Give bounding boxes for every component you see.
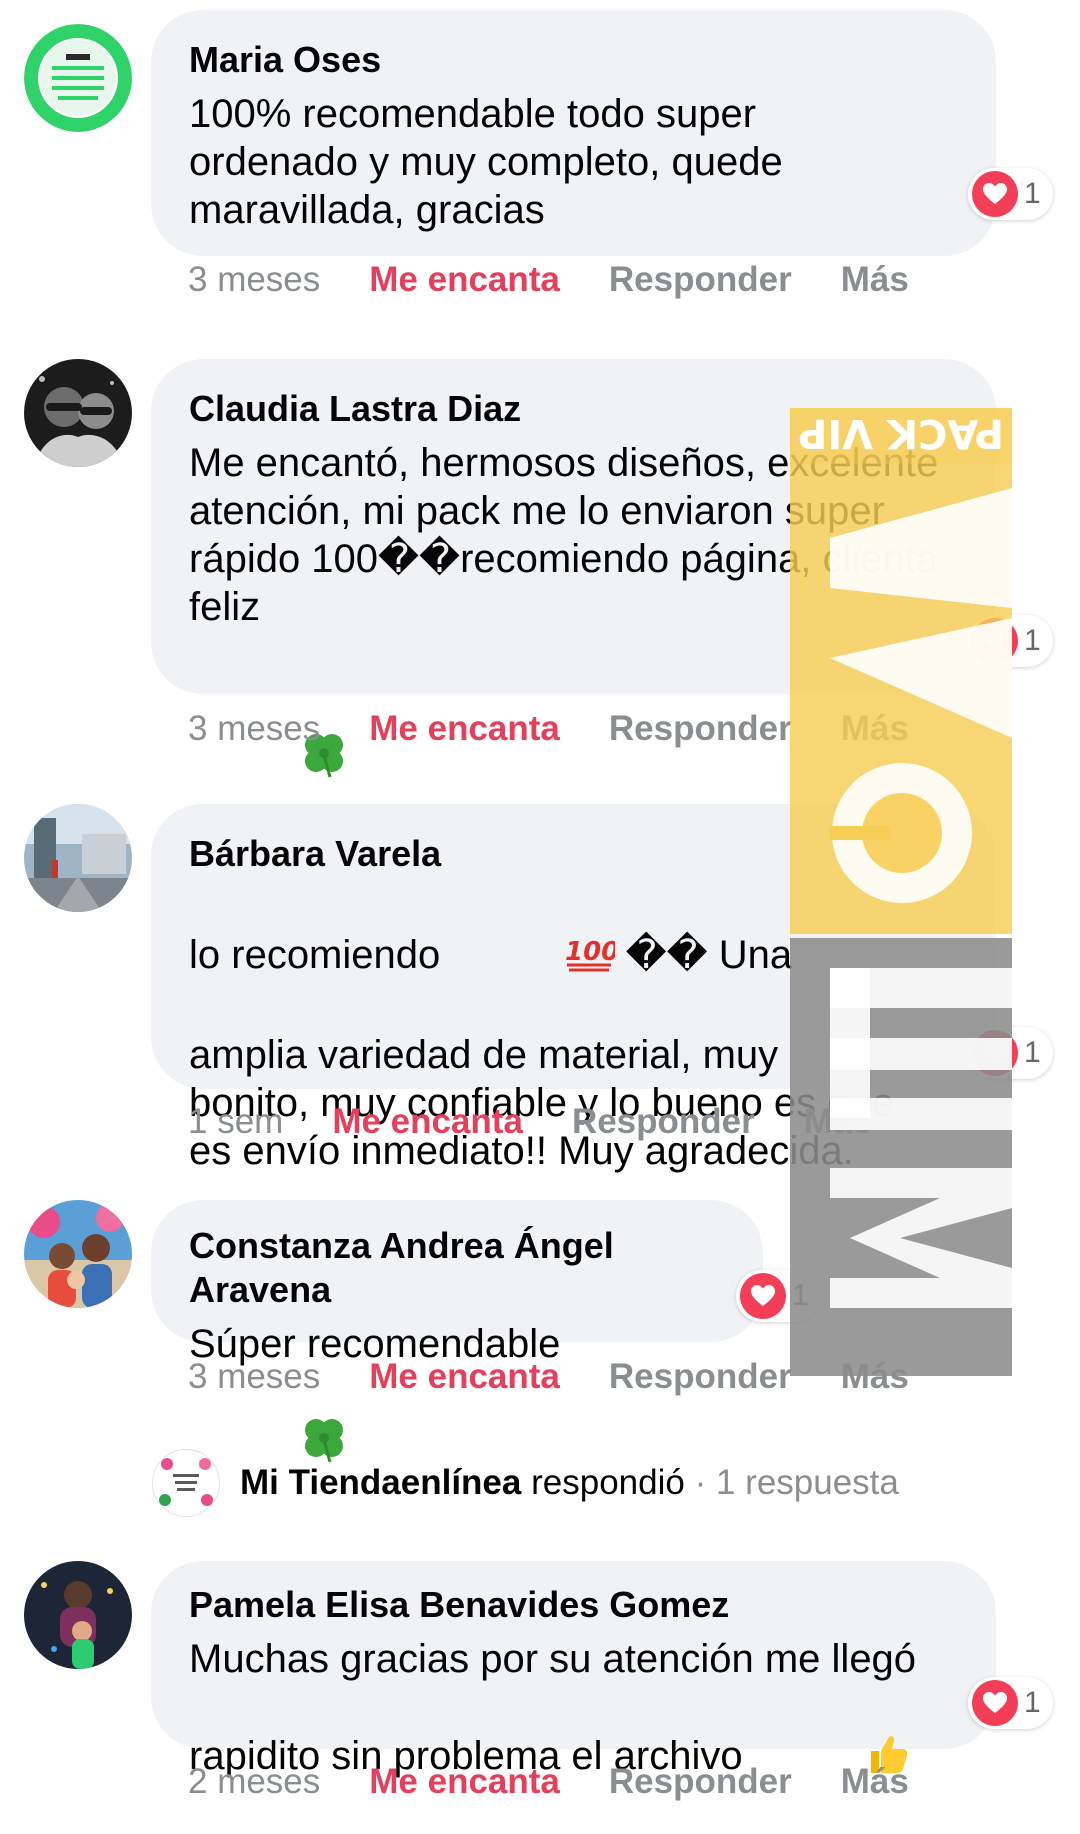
reply-button[interactable]: Responder: [609, 260, 792, 300]
heart-icon: [740, 1273, 786, 1319]
reply-button[interactable]: Responder: [572, 1102, 755, 1142]
comment-actions: 3 meses Me encanta Responder Más: [188, 1352, 909, 1402]
comment-author[interactable]: Pamela Elisa Benavides Gomez: [189, 1583, 958, 1627]
more-button[interactable]: Más: [841, 1762, 909, 1802]
love-reaction-button[interactable]: Me encanta: [369, 709, 560, 749]
avatar[interactable]: [24, 24, 132, 132]
avatar[interactable]: [24, 1561, 132, 1669]
love-reaction-button[interactable]: Me encanta: [369, 260, 560, 300]
comment-timestamp[interactable]: 2 meses: [188, 1762, 320, 1802]
reaction-count: 1: [1024, 177, 1041, 210]
comment-author[interactable]: Maria Oses: [189, 38, 958, 82]
comment-author[interactable]: Bárbara Varela: [189, 832, 958, 876]
reply-verb: respondió: [531, 1463, 685, 1502]
reply-button[interactable]: Responder: [609, 709, 792, 749]
reply-summary[interactable]: Mi Tiendaenlínea respondió · 1 respuesta: [240, 1463, 899, 1503]
comment-timestamp[interactable]: 3 meses: [188, 709, 320, 749]
love-reaction-button[interactable]: Me encanta: [332, 1102, 523, 1142]
heart-icon: [972, 1030, 1018, 1076]
reaction-badge[interactable]: 1: [968, 1027, 1053, 1079]
comment-timestamp[interactable]: 3 meses: [188, 260, 320, 300]
comment-bubble: Maria Oses 100% recomendable todo super …: [151, 10, 996, 256]
comment-5: Pamela Elisa Benavides Gomez Muchas grac…: [0, 1561, 1080, 1805]
svg-text:100: 100: [565, 937, 615, 967]
comment-text-body: Me encantó, hermosos diseños, excelente …: [189, 441, 950, 629]
comment-author[interactable]: Claudia Lastra Diaz: [189, 387, 958, 431]
comment-bubble: Constanza Andrea Ángel Aravena Súper rec…: [151, 1200, 763, 1463]
more-button[interactable]: Más: [841, 1357, 909, 1397]
avatar[interactable]: [24, 1200, 132, 1308]
reaction-badge[interactable]: 1: [968, 615, 1053, 667]
reaction-count: 1: [1024, 1686, 1041, 1719]
comment-bubble: Claudia Lastra Diaz Me encantó, hermosos…: [151, 359, 996, 778]
love-reaction-button[interactable]: Me encanta: [369, 1357, 560, 1397]
comment-actions: 3 meses Me encanta Responder Más: [188, 704, 909, 754]
reaction-count: 1: [792, 1279, 809, 1312]
reply-author[interactable]: Mi Tiendaenlínea: [240, 1463, 521, 1502]
comment-4: Constanza Andrea Ángel Aravena Súper rec…: [0, 1200, 1080, 1463]
comment-3: Bárbara Varela lo recomiendo 100 �� Una …: [0, 804, 1080, 1173]
comment-text-part: lo recomiendo: [189, 933, 441, 978]
reply-button[interactable]: Responder: [609, 1762, 792, 1802]
reply-separator: ·: [694, 1463, 707, 1502]
comment-timestamp[interactable]: 3 meses: [188, 1357, 320, 1397]
reply-count[interactable]: 1 respuesta: [716, 1463, 899, 1502]
heart-icon: [972, 171, 1018, 217]
reaction-badge[interactable]: 1: [968, 1677, 1053, 1729]
reaction-count: 1: [1024, 1036, 1041, 1069]
avatar[interactable]: [24, 359, 132, 467]
more-button[interactable]: Más: [841, 260, 909, 300]
reply-button[interactable]: Responder: [609, 1357, 792, 1397]
comment-1: Maria Oses 100% recomendable todo super …: [0, 10, 1080, 300]
hundred-points-icon: 100: [451, 884, 619, 1031]
reaction-badge[interactable]: 1: [968, 168, 1053, 220]
comment-2: Claudia Lastra Diaz Me encantó, hermosos…: [0, 359, 1080, 778]
heart-icon: [972, 618, 1018, 664]
view-replies-row[interactable]: Mi Tiendaenlínea respondió · 1 respuesta: [152, 1447, 899, 1519]
comment-author[interactable]: Constanza Andrea Ángel Aravena: [189, 1224, 725, 1312]
avatar[interactable]: [152, 1449, 220, 1517]
comment-actions: 2 meses Me encanta Responder Más: [188, 1757, 909, 1807]
comment-actions: 3 meses Me encanta Responder Más: [188, 255, 909, 305]
reaction-count: 1: [1024, 624, 1041, 657]
comment-text: 100% recomendable todo super ordenado y …: [189, 92, 794, 232]
comment-actions: 1 sem Me encanta Responder Más: [188, 1097, 872, 1147]
comment-bubble: Pamela Elisa Benavides Gomez Muchas grac…: [151, 1561, 996, 1778]
heart-icon: [972, 1680, 1018, 1726]
comments-page: Maria Oses 100% recomendable todo super …: [0, 0, 1080, 1805]
reaction-badge[interactable]: 1: [736, 1270, 821, 1322]
love-reaction-button[interactable]: Me encanta: [369, 1762, 560, 1802]
more-button[interactable]: Más: [804, 1102, 872, 1142]
comment-bubble: Bárbara Varela lo recomiendo 100 �� Una …: [151, 804, 996, 1173]
comment-timestamp[interactable]: 1 sem: [188, 1102, 283, 1142]
more-button[interactable]: Más: [841, 709, 909, 749]
avatar[interactable]: [24, 804, 132, 912]
